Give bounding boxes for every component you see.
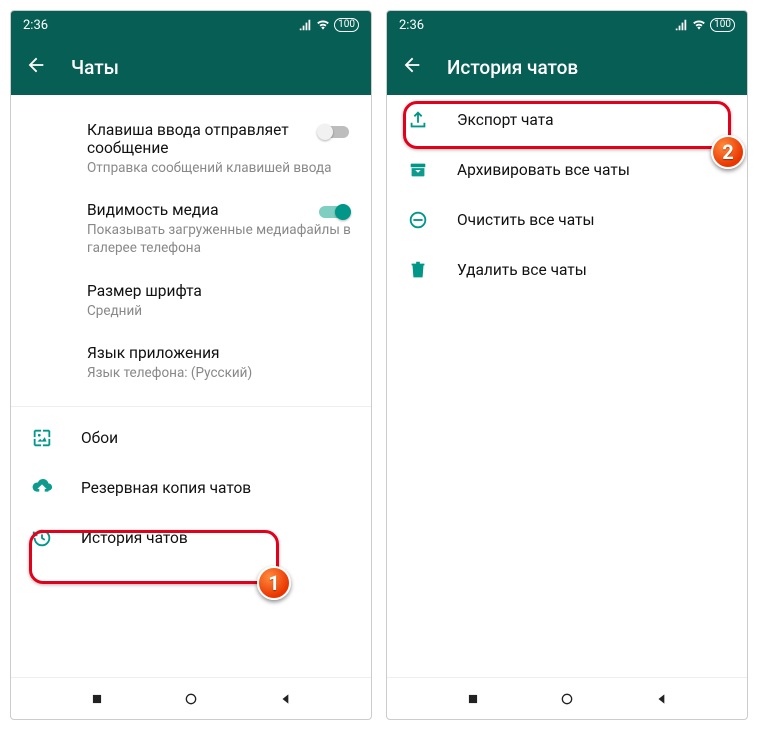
row-wallpaper[interactable]: Обои [11,413,371,463]
setting-sub: Отправка сообщений клавишей ввода [87,159,351,177]
status-bar: 2:36 100 [11,11,371,39]
status-time: 2:36 [23,18,48,33]
status-icons: 100 [674,18,735,32]
status-icons: 100 [298,18,359,32]
row-clear-all[interactable]: Очистить все чаты [387,195,747,245]
setting-media-visibility[interactable]: Видимость медиа Показывать загруженные м… [11,189,371,269]
row-label: Очистить все чаты [457,211,595,229]
back-button[interactable] [25,54,47,80]
row-export-chat[interactable]: Экспорт чата [387,95,747,145]
row-chat-history[interactable]: История чатов [11,513,371,563]
content-left: Клавиша ввода отправляет сообщение Отпра… [11,95,371,677]
setting-sub: Средний [87,302,351,320]
status-bar: 2:36 100 [387,11,747,39]
wifi-icon [692,18,706,32]
signal-icon [674,18,688,32]
setting-sub: Показывать загруженные медиафайлы в гале… [87,221,351,257]
divider [11,406,371,407]
setting-sub: Язык телефона: (Русский) [87,364,351,382]
nav-home-button[interactable] [558,690,576,708]
toggle-enter-sends[interactable] [317,123,351,141]
nav-recent-button[interactable] [88,690,106,708]
signal-icon [298,18,312,32]
row-label: Удалить все чаты [457,261,587,279]
content-right: Экспорт чата Архивировать все чаты Очист… [387,95,747,677]
clear-icon [407,209,429,231]
history-icon [31,527,53,549]
setting-label: Видимость медиа [87,201,351,219]
status-time: 2:36 [399,18,424,33]
app-bar: История чатов [387,39,747,95]
setting-label: Размер шрифта [87,282,351,300]
row-label: Экспорт чата [457,111,554,129]
row-delete-all[interactable]: Удалить все чаты [387,245,747,295]
nav-recent-button[interactable] [464,690,482,708]
toggle-media-visibility[interactable] [317,203,351,221]
cloud-upload-icon [31,477,53,499]
wifi-icon [316,18,330,32]
nav-back-button[interactable] [277,690,295,708]
trash-icon [407,259,429,281]
nav-bar [11,677,371,719]
nav-back-button[interactable] [653,690,671,708]
row-backup[interactable]: Резервная копия чатов [11,463,371,513]
phone-right: 2:36 100 История чатов Экспорт чата Архи… [386,10,748,720]
setting-label: Язык приложения [87,344,351,362]
app-bar: Чаты [11,39,371,95]
page-title: Чаты [71,56,119,79]
archive-icon [407,159,429,181]
row-label: Обои [81,429,118,447]
nav-home-button[interactable] [182,690,200,708]
battery-icon: 100 [334,18,359,32]
wallpaper-icon [31,427,53,449]
setting-label: Клавиша ввода отправляет сообщение [87,121,351,157]
back-button[interactable] [401,54,423,80]
setting-font-size[interactable]: Размер шрифта Средний [11,270,371,332]
battery-icon: 100 [710,18,735,32]
phone-left: 2:36 100 Чаты Клавиша ввода отправляет с… [10,10,372,720]
setting-app-language[interactable]: Язык приложения Язык телефона: (Русский) [11,332,371,394]
nav-bar [387,677,747,719]
row-label: Резервная копия чатов [81,479,251,497]
row-label: Архивировать все чаты [457,161,630,179]
page-title: История чатов [447,56,578,79]
export-icon [407,109,429,131]
setting-enter-sends[interactable]: Клавиша ввода отправляет сообщение Отпра… [11,109,371,189]
row-archive-all[interactable]: Архивировать все чаты [387,145,747,195]
row-label: История чатов [81,529,188,547]
